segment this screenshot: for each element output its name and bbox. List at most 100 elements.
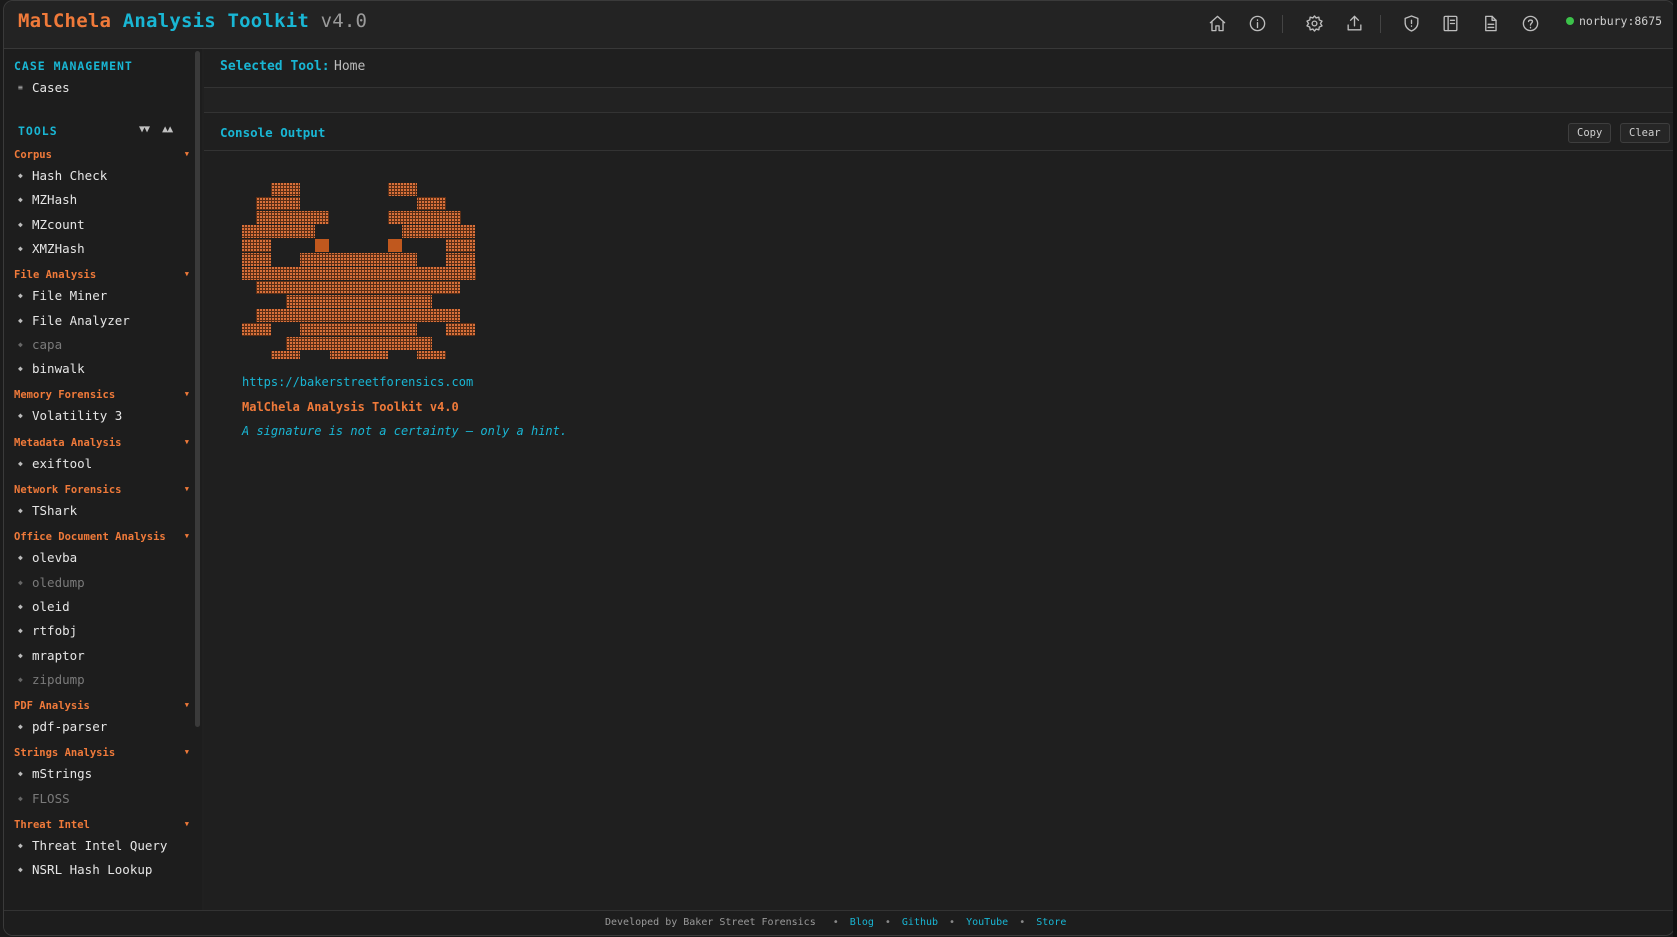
chevron-down-icon: ▼ (184, 820, 189, 828)
diamond-icon: ◆ (18, 506, 23, 515)
sidebar-item-label: Volatility 3 (32, 408, 123, 424)
sidebar-item-exiftool[interactable]: ◆ exiftool (18, 456, 92, 471)
sidebar-item-label: MZHash (32, 192, 78, 208)
sidebar-item-file-miner[interactable]: ◆ File Miner (18, 288, 107, 303)
info-icon[interactable] (1245, 11, 1269, 35)
sidebar-item-label: TShark (32, 503, 78, 518)
diamond-icon: ◆ (18, 601, 23, 611)
sidebar-item-hash-check[interactable]: ◆ Hash Check (18, 168, 107, 183)
sidebar-scrollbar[interactable] (195, 51, 200, 727)
footer-separator: • (1019, 917, 1026, 928)
header-divider (1282, 15, 1283, 33)
diamond-icon: ◆ (18, 171, 23, 180)
diamond-icon: ◆ (18, 291, 23, 301)
diamond-icon: ◆ (18, 650, 23, 660)
footer-link-blog[interactable]: Blog (850, 917, 874, 928)
diamond-icon: ◆ (18, 769, 23, 779)
category-pdf-analysis[interactable]: PDF Analysis ▼ (14, 700, 189, 712)
sidebar-item-mraptor[interactable]: ◆ mraptor (18, 648, 85, 663)
shield-icon[interactable] (1399, 11, 1423, 35)
sidebar-item-volatility-3[interactable]: ◆ Volatility 3 (18, 408, 122, 423)
category-label: Metadata Analysis (14, 436, 122, 449)
category-label: Threat Intel (14, 819, 90, 831)
sidebar-item-label: mStrings (32, 766, 93, 782)
sidebar-item-mstrings[interactable]: ◆ mStrings (18, 766, 92, 781)
sidebar-item-tshark[interactable]: ◆ TShark (18, 503, 77, 518)
sidebar-item-olevba[interactable]: ◆ olevba (18, 550, 77, 565)
footer-link-youtube[interactable]: YouTube (966, 917, 1008, 928)
sidebar-item-oleid[interactable]: ◆ oleid (18, 599, 70, 614)
category-label: File Analysis (14, 269, 97, 282)
tool-options-bar (204, 88, 1674, 113)
document-icon[interactable] (1478, 11, 1502, 35)
diamond-icon: ◆ (18, 315, 23, 325)
tools-heading: TOOLS (18, 124, 58, 138)
footer-credits: Developed by Baker Street Forensics • Blo… (605, 917, 1066, 928)
sidebar-item-floss[interactable]: ◆ FLOSS (18, 791, 70, 806)
case-management-heading: CASE MANAGEMENT (14, 59, 133, 73)
settings-icon[interactable] (1302, 11, 1326, 35)
category-memory-forensics[interactable]: Memory Forensics ▼ (14, 389, 189, 401)
notebook-icon[interactable] (1438, 11, 1462, 35)
status-text: norbury:8675 (1579, 14, 1663, 28)
footer-link-github[interactable]: Github (902, 917, 938, 928)
help-icon[interactable] (1518, 11, 1542, 35)
skull-ascii-art-icon (242, 183, 476, 359)
sidebar-item-binwalk[interactable]: ◆ binwalk (18, 361, 85, 376)
chevron-down-icon: ▼ (184, 532, 189, 541)
footer-separator: • (884, 917, 891, 928)
sidebar-item-capa[interactable]: ◆ capa (18, 337, 62, 352)
sidebar-item-threat-intel-query[interactable]: ◆ Threat Intel Query (18, 838, 167, 853)
diamond-icon: ◆ (18, 219, 23, 229)
sidebar-item-label: Hash Check (32, 168, 108, 183)
copy-button[interactable]: Copy (1568, 123, 1612, 143)
upload-icon[interactable] (1342, 11, 1366, 35)
footer-separator: • (949, 917, 956, 928)
sidebar-item-pdf-parser[interactable]: ◆ pdf-parser (18, 719, 107, 734)
console-header: Console Output Copy Clear (204, 113, 1674, 151)
sidebar-item-zipdump[interactable]: ◆ zipdump (18, 672, 85, 687)
category-threat-intel[interactable]: Threat Intel ▼ (14, 819, 189, 831)
selected-tool-bar: Selected Tool: Home (204, 49, 1674, 88)
diamond-icon: ◆ (18, 243, 23, 253)
sidebar-item-label: XMZHash (32, 240, 85, 256)
sidebar-item-label: FLOSS (32, 790, 70, 806)
sidebar-item-xmzhash[interactable]: ◆ XMZHash (18, 241, 85, 256)
connection-status: norbury:8675 (1566, 14, 1662, 28)
sidebar-item-mzcount[interactable]: ◆ MZcount (18, 217, 85, 232)
category-corpus[interactable]: Corpus ▼ (14, 149, 189, 161)
category-network-forensics[interactable]: Network Forensics ▼ (14, 484, 189, 496)
category-office-document-analysis[interactable]: Office Document Analysis ▼ (14, 531, 189, 543)
diamond-icon: ◆ (18, 793, 23, 803)
diamond-icon: ◆ (18, 722, 23, 732)
clear-button[interactable]: Clear (1620, 123, 1670, 143)
sidebar-item-label: zipdump (32, 671, 85, 687)
sidebar-item-label: capa (32, 336, 63, 352)
chevron-down-icon: ▼ (184, 270, 189, 279)
sidebar-item-oledump[interactable]: ◆ oledump (18, 575, 85, 590)
sidebar: CASE MANAGEMENT ≡ Cases TOOLS ▼▼ ▲▲ Corp… (4, 49, 202, 911)
status-indicator-icon (1566, 17, 1574, 25)
category-file-analysis[interactable]: File Analysis ▼ (14, 269, 189, 281)
app-title-brand: MalChela (18, 10, 112, 32)
sidebar-item-label: olevba (32, 550, 78, 566)
chevron-down-icon: ▼ (184, 485, 189, 493)
sidebar-item-label: Cases (32, 80, 70, 95)
tool-tree-controls: ▼▼ ▲▲ (139, 124, 180, 135)
collapse-all-button[interactable]: ▼▼ (139, 124, 150, 135)
category-label: Corpus (14, 149, 52, 161)
home-icon[interactable] (1205, 11, 1229, 35)
sidebar-item-file-analyzer[interactable]: ◆ File Analyzer (18, 313, 130, 328)
sidebar-item-cases[interactable]: ≡ Cases (18, 80, 70, 95)
category-strings-analysis[interactable]: Strings Analysis ▼ (14, 747, 189, 759)
header-divider (1380, 15, 1381, 33)
sidebar-item-mzhash[interactable]: ◆ MZHash (18, 192, 77, 207)
category-metadata-analysis[interactable]: Metadata Analysis ▼ (14, 437, 189, 449)
footer-link-store[interactable]: Store (1036, 917, 1066, 928)
console-tagline: A signature is not a certainty — only a … (242, 424, 568, 438)
sidebar-item-nsrl-hash-lookup[interactable]: ◆ NSRL Hash Lookup (18, 862, 152, 877)
chevron-down-icon: ▼ (184, 748, 189, 757)
website-link[interactable]: https://bakerstreetforensics.com (242, 375, 473, 389)
sidebar-item-rtfobj[interactable]: ◆ rtfobj (18, 623, 77, 638)
expand-all-button[interactable]: ▲▲ (162, 124, 173, 135)
